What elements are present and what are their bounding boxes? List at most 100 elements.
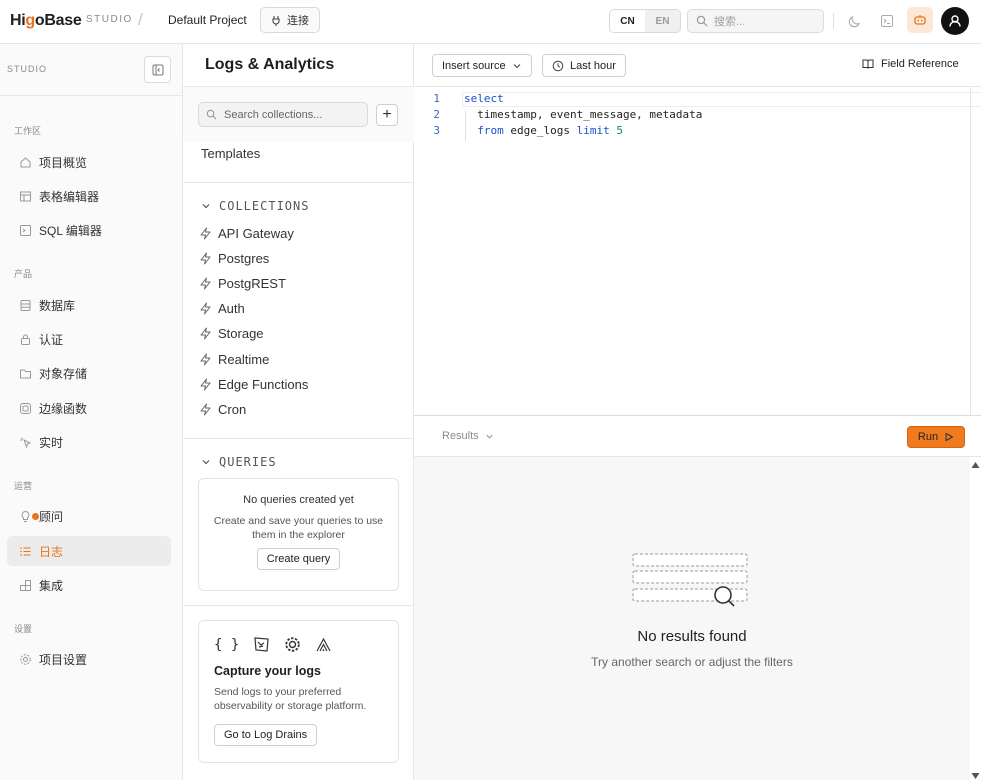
sidebar-item-label: 日志 bbox=[39, 544, 64, 559]
section-product: 产品 bbox=[14, 269, 33, 279]
line-number: 2 bbox=[433, 108, 440, 121]
collection-label: Storage bbox=[218, 326, 264, 341]
bolt-icon bbox=[200, 302, 211, 315]
sidebar-item-database[interactable]: 数据库 bbox=[7, 290, 171, 320]
sidebar-item-table-editor[interactable]: 表格编辑器 bbox=[7, 181, 171, 211]
sidebar-item-auth[interactable]: 认证 bbox=[7, 324, 171, 354]
clock-icon bbox=[552, 60, 564, 71]
section-ops: 运营 bbox=[14, 481, 33, 491]
json-icon: { } bbox=[214, 636, 240, 653]
sidebar-item-overview[interactable]: 项目概览 bbox=[7, 147, 171, 177]
collection-item[interactable]: Storage bbox=[199, 326, 264, 341]
add-collection-button[interactable]: + bbox=[376, 104, 398, 126]
axiom-icon bbox=[316, 637, 331, 652]
sql-code-editor[interactable]: 1 select 2 timestamp, event_message, met… bbox=[414, 87, 981, 415]
collection-item[interactable]: Postgres bbox=[199, 251, 269, 266]
create-query-button[interactable]: Create query bbox=[256, 548, 341, 570]
no-queries-card: No queries created yet Create and save y… bbox=[198, 478, 399, 591]
capture-logs-description: Send logs to your preferred observabilit… bbox=[214, 686, 367, 712]
bolt-icon bbox=[200, 227, 211, 240]
project-selector[interactable]: Default Project bbox=[168, 13, 247, 27]
collections-group-toggle[interactable]: COLLECTIONS bbox=[201, 199, 309, 213]
sidebar-item-sql-editor[interactable]: SQL 编辑器 bbox=[7, 215, 171, 245]
scroll-up-arrow-icon[interactable] bbox=[971, 461, 980, 469]
breadcrumb-separator: / bbox=[138, 10, 143, 29]
collection-label: Edge Functions bbox=[218, 377, 309, 392]
top-bar: HigoBase STUDIO / Default Project 连接 CN … bbox=[0, 0, 981, 44]
sidebar-item-label: 集成 bbox=[39, 578, 64, 593]
line-number: 1 bbox=[433, 92, 440, 105]
sidebar-item-edge-functions[interactable]: 边缘函数 bbox=[7, 393, 171, 423]
sidebar-item-storage[interactable]: 对象存储 bbox=[7, 358, 171, 388]
connect-button[interactable]: 连接 bbox=[260, 7, 320, 33]
collections-search-input[interactable]: Search collections... bbox=[198, 102, 368, 127]
sidebar-item-advisor[interactable]: 顾问 bbox=[7, 501, 171, 531]
editor-scrollbar[interactable] bbox=[970, 87, 971, 415]
sidebar-item-label: 对象存储 bbox=[39, 366, 88, 381]
collection-item[interactable]: API Gateway bbox=[199, 226, 294, 241]
results-view-dropdown[interactable]: Results bbox=[442, 430, 494, 442]
sidebar-collapse-icon bbox=[152, 64, 163, 75]
collection-item[interactable]: Cron bbox=[199, 402, 246, 417]
log-drains-card: { } Capture your logs Send logs to your … bbox=[198, 620, 399, 763]
sidebar-item-realtime[interactable]: 实时 bbox=[7, 427, 171, 457]
collections-panel: Logs & Analytics Search collections... +… bbox=[183, 44, 414, 780]
section-workspace: 工作区 bbox=[14, 126, 42, 136]
connect-label: 连接 bbox=[287, 15, 309, 27]
bolt-icon bbox=[200, 378, 211, 391]
results-scrollbar[interactable] bbox=[970, 457, 981, 780]
sidebar-item-logs[interactable]: 日志 bbox=[7, 536, 171, 566]
templates-link[interactable]: Templates bbox=[201, 146, 260, 161]
sidebar: STUDIO 工作区 项目概览 表格编辑器 SQL 编辑器 产品 数据库 认证 … bbox=[0, 44, 183, 780]
logo-text-suffix: oBase bbox=[34, 12, 82, 29]
datadog-icon bbox=[254, 637, 269, 652]
book-icon bbox=[862, 59, 874, 69]
chevron-down-icon bbox=[202, 460, 210, 465]
logo-text-accent: g bbox=[25, 12, 35, 29]
line-number: 3 bbox=[433, 124, 440, 137]
collapse-sidebar-button[interactable] bbox=[144, 56, 171, 83]
code-line: 2 timestamp, event_message, metadata bbox=[414, 108, 702, 124]
user-avatar[interactable] bbox=[941, 7, 969, 35]
terminal-icon bbox=[881, 15, 893, 27]
table-icon bbox=[20, 191, 31, 201]
list-icon bbox=[20, 546, 31, 556]
collection-item[interactable]: PostgREST bbox=[199, 276, 286, 291]
sidebar-item-label: 顾问 bbox=[39, 509, 64, 524]
sidebar-item-project-settings[interactable]: 项目设置 bbox=[7, 644, 171, 674]
results-label: Results bbox=[442, 430, 479, 442]
blocks-icon bbox=[20, 579, 31, 591]
sidebar-item-integrations[interactable]: 集成 bbox=[7, 570, 171, 600]
queries-group-toggle[interactable]: QUERIES bbox=[201, 455, 277, 469]
time-range-button[interactable]: Last hour bbox=[542, 54, 626, 77]
search-icon bbox=[696, 15, 708, 27]
sidebar-item-label: 项目概览 bbox=[39, 155, 88, 170]
code-token: limit bbox=[576, 124, 610, 137]
user-icon bbox=[949, 15, 961, 27]
robot-icon bbox=[914, 15, 926, 25]
lang-cn-button[interactable]: CN bbox=[610, 10, 645, 32]
terminal-button[interactable] bbox=[877, 11, 897, 31]
collection-item[interactable]: Auth bbox=[199, 301, 245, 316]
insert-source-dropdown[interactable]: Insert source bbox=[432, 54, 532, 77]
sidebar-item-label: 数据库 bbox=[39, 298, 76, 313]
sidebar-item-label: 项目设置 bbox=[39, 652, 88, 667]
destination-icons: { } bbox=[214, 636, 398, 653]
collection-item[interactable]: Realtime bbox=[199, 352, 269, 367]
assistant-button[interactable] bbox=[907, 7, 933, 33]
global-search-input[interactable]: 搜索... bbox=[687, 9, 824, 33]
app-logo[interactable]: HigoBase bbox=[10, 12, 82, 30]
run-button[interactable]: Run bbox=[907, 426, 965, 448]
field-reference-button[interactable]: Field Reference bbox=[862, 58, 959, 70]
theme-toggle-button[interactable] bbox=[845, 11, 865, 31]
play-icon bbox=[945, 433, 954, 441]
sidebar-item-label: 边缘函数 bbox=[39, 401, 88, 416]
bolt-icon bbox=[200, 327, 211, 340]
cursor-click-icon bbox=[20, 437, 32, 449]
code-token: edge_logs bbox=[503, 124, 577, 137]
lang-en-button[interactable]: EN bbox=[645, 10, 680, 32]
log-drains-button[interactable]: Go to Log Drains bbox=[214, 724, 318, 746]
collection-item[interactable]: Edge Functions bbox=[199, 377, 308, 392]
home-icon bbox=[20, 156, 31, 167]
scroll-down-arrow-icon[interactable] bbox=[971, 772, 980, 780]
